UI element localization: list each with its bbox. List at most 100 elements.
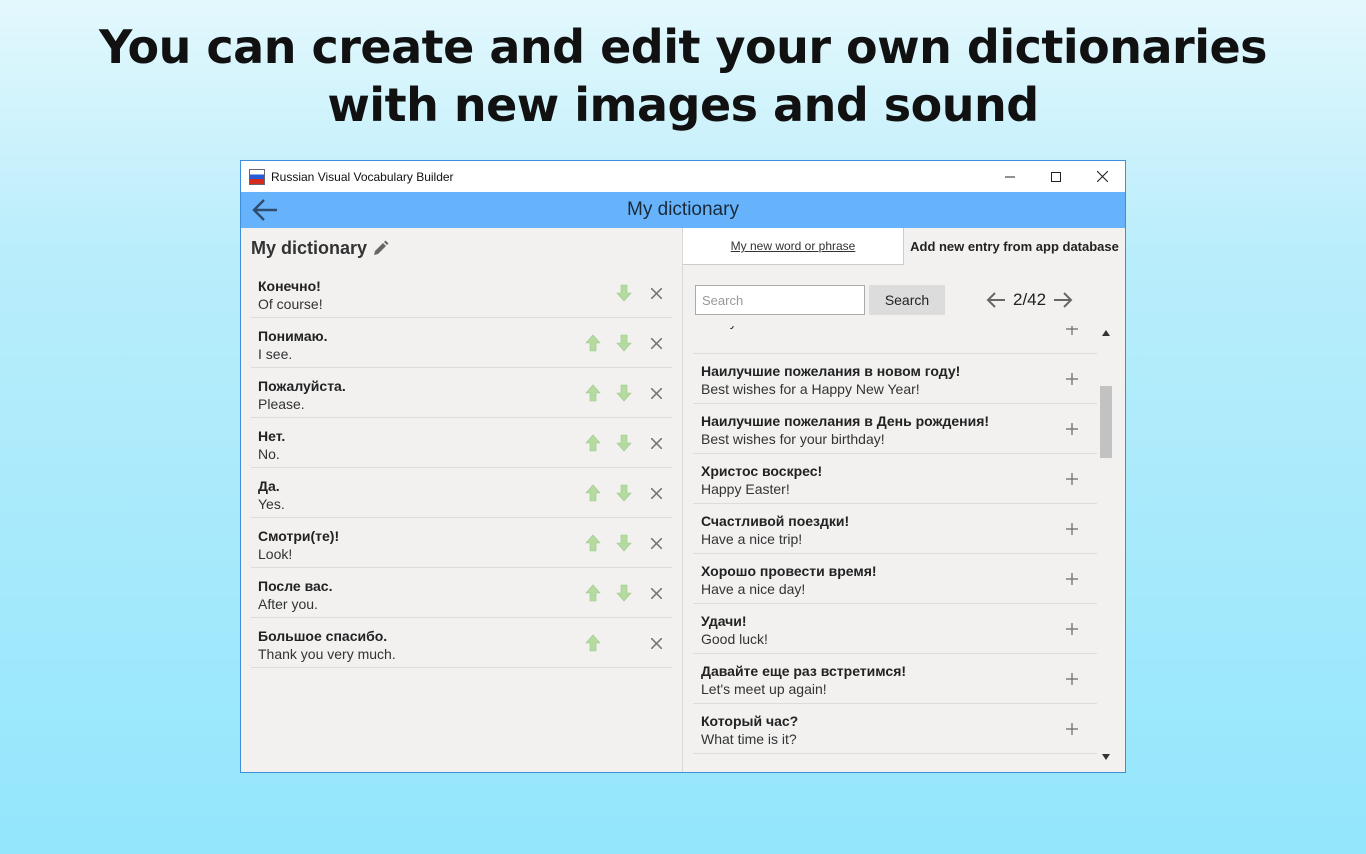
- move-up-button[interactable]: [581, 481, 605, 505]
- database-entry: Который час? What time is it?: [693, 704, 1097, 754]
- close-icon: [650, 487, 662, 499]
- tab-app-database[interactable]: Add new entry from app database: [904, 228, 1125, 265]
- maximize-button[interactable]: [1033, 161, 1079, 192]
- move-down-button[interactable]: [612, 431, 636, 455]
- add-entry-button[interactable]: [1061, 718, 1083, 740]
- database-entry: Давайте еще раз встретимся! Let's meet up…: [693, 654, 1097, 704]
- close-icon: [650, 537, 662, 549]
- pencil-icon: [374, 240, 389, 255]
- search-input[interactable]: [695, 285, 865, 315]
- previous-page-button[interactable]: [985, 289, 1007, 311]
- scroll-up-button[interactable]: [1099, 326, 1113, 340]
- close-button[interactable]: [1079, 161, 1125, 192]
- entry-russian: Смотри(те)!: [258, 528, 340, 544]
- back-button[interactable]: [251, 197, 279, 223]
- delete-entry-button[interactable]: [644, 331, 668, 355]
- add-entry-button[interactable]: [1061, 468, 1083, 490]
- database-entry: Наилучшие пожелания в новом году! Best wi…: [693, 354, 1097, 404]
- move-down-button[interactable]: [612, 381, 636, 405]
- move-down-button[interactable]: [612, 281, 636, 305]
- delete-entry-button[interactable]: [644, 531, 668, 555]
- arrow-up-icon: [585, 384, 601, 402]
- arrow-down-icon: [616, 534, 632, 552]
- entry-russian: Удачи!: [701, 613, 747, 629]
- move-up-button[interactable]: [581, 331, 605, 355]
- move-up-button[interactable]: [581, 631, 605, 655]
- add-entry-button[interactable]: [1061, 326, 1083, 340]
- entry-russian: Христос воскрес!: [701, 463, 823, 479]
- entry-english: I see.: [258, 346, 293, 362]
- page-indicator: 2/42: [1013, 290, 1047, 309]
- app-header: My dictionary: [241, 192, 1125, 228]
- scrollbar-thumb[interactable]: [1100, 386, 1112, 458]
- window-titlebar[interactable]: Russian Visual Vocabulary Builder: [241, 161, 1125, 192]
- database-entry: Хорошо провести время! Have a nice day!: [693, 554, 1097, 604]
- arrow-down-icon: [616, 384, 632, 402]
- move-up-button[interactable]: [581, 531, 605, 555]
- entry-russian: Конечно!: [258, 278, 321, 294]
- entry-english: Happy Easter!: [701, 481, 790, 497]
- database-entry: Удачи! Good luck!: [693, 604, 1097, 654]
- move-up-button[interactable]: [581, 581, 605, 605]
- edit-title-button[interactable]: [372, 240, 389, 257]
- entry-english: Have a nice day!: [701, 581, 806, 597]
- delete-entry-button[interactable]: [644, 481, 668, 505]
- caret-down-icon: [1102, 754, 1110, 760]
- delete-entry-button[interactable]: [644, 631, 668, 655]
- add-entry-button[interactable]: [1061, 568, 1083, 590]
- move-up-button[interactable]: [581, 431, 605, 455]
- close-icon: [650, 637, 662, 649]
- plus-icon: [1066, 373, 1078, 385]
- add-entry-button[interactable]: [1061, 668, 1083, 690]
- entry-russian: Наилучшие пожелания в День рождения!: [701, 413, 990, 429]
- next-page-button[interactable]: [1052, 289, 1074, 311]
- tab-my-new-word[interactable]: My new word or phrase: [683, 228, 904, 265]
- scroll-down-button[interactable]: [1099, 750, 1113, 764]
- results-scrollbar[interactable]: [1099, 326, 1113, 764]
- arrow-up-icon: [585, 334, 601, 352]
- add-entry-button[interactable]: [1061, 368, 1083, 390]
- move-down-button[interactable]: [612, 331, 636, 355]
- entry-english: No.: [258, 446, 280, 462]
- plus-icon: [1066, 573, 1078, 585]
- database-entry: Полночь.: [693, 754, 1097, 764]
- entry-english: Best wishes for your birthday!: [701, 431, 885, 447]
- add-entry-button[interactable]: [1061, 518, 1083, 540]
- delete-entry-button[interactable]: [644, 281, 668, 305]
- entry-russian: Наилучшие пожелания в новом году!: [701, 363, 961, 379]
- add-entry-button[interactable]: [1061, 618, 1083, 640]
- move-down-button[interactable]: [612, 581, 636, 605]
- move-down-button[interactable]: [612, 531, 636, 555]
- search-button[interactable]: Search: [869, 285, 945, 315]
- move-down-button[interactable]: [612, 481, 636, 505]
- headline-line-2: with new images and sound: [327, 78, 1039, 132]
- plus-icon: [1066, 673, 1078, 685]
- close-icon: [650, 437, 662, 449]
- arrow-down-icon: [616, 484, 632, 502]
- arrow-right-icon: [1054, 292, 1073, 308]
- arrow-down-icon: [616, 334, 632, 352]
- delete-entry-button[interactable]: [644, 581, 668, 605]
- move-up-button[interactable]: [581, 381, 605, 405]
- database-results-viewport: Merry Christmas! Наилучшие пожелания в но…: [693, 326, 1097, 764]
- window-title: Russian Visual Vocabulary Builder: [271, 169, 454, 184]
- close-icon: [650, 387, 662, 399]
- entry-russian: Давайте еще раз встретимся!: [701, 663, 907, 679]
- arrow-down-icon: [616, 584, 632, 602]
- plus-icon: [1066, 523, 1078, 535]
- entry-english: Please.: [258, 396, 305, 412]
- entry-english: Merry Christmas!: [701, 326, 1097, 330]
- minimize-button[interactable]: [987, 161, 1033, 192]
- plus-icon: [1066, 723, 1078, 735]
- arrow-down-icon: [616, 434, 632, 452]
- search-bar: Search 2/42: [695, 284, 1115, 316]
- database-results-list: Merry Christmas! Наилучшие пожелания в но…: [693, 326, 1097, 764]
- delete-entry-button[interactable]: [644, 431, 668, 455]
- entry-russian: Счастливой поездки!: [701, 513, 850, 529]
- entry-english: Thank you very much.: [258, 646, 396, 662]
- app-window: Russian Visual Vocabulary Builder My dic…: [240, 160, 1126, 773]
- add-entry-button[interactable]: [1061, 418, 1083, 440]
- plus-icon: [1066, 473, 1078, 485]
- delete-entry-button[interactable]: [644, 381, 668, 405]
- arrow-up-icon: [585, 634, 601, 652]
